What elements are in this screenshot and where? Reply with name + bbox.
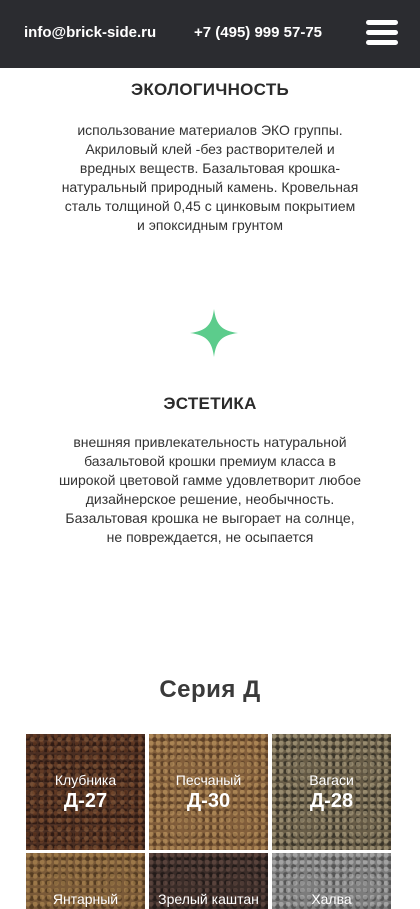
top-bar: info@brick-side.ru +7 (495) 999 57-75 [0,0,420,68]
feature-text-aesthetics: внешняя привлекательность натуральной ба… [58,434,362,545]
tile-code: Д-30 [186,790,231,812]
tile-code: Д-28 [309,790,354,812]
phone-link[interactable]: +7 (495) 999 57-75 [194,24,322,41]
color-tile[interactable]: Песчаный Д-30 [149,734,268,850]
color-tile[interactable]: Халва [272,853,391,909]
color-tile[interactable]: Зрелый каштан [149,853,268,909]
email-link[interactable]: info@brick-side.ru [24,24,156,41]
color-tile[interactable]: Вагаси Д-28 [272,734,391,850]
feature-title-aesthetics: ЭСТЕТИКА [163,394,257,413]
tile-name: Песчаный [175,772,242,788]
tile-name: Янтарный [52,891,119,907]
tile-name: Халва [311,891,352,907]
feature-title-ecology: ЭКОЛОГИЧНОСТЬ [130,80,290,99]
feature-text-ecology: использование материалов ЭКО группы. Акр… [61,122,359,233]
color-tile[interactable]: Янтарный [26,853,145,909]
tile-name: Зрелый каштан [158,891,259,907]
tile-code: Д-27 [63,790,108,812]
hamburger-menu-icon[interactable] [366,20,398,46]
tile-name: Вагаси [309,772,354,788]
series-title: Серия Д [159,676,261,703]
color-tile[interactable]: Клубника Д-27 [26,734,145,850]
tile-name: Клубника [54,772,117,788]
sparkle-star-icon [190,309,238,357]
